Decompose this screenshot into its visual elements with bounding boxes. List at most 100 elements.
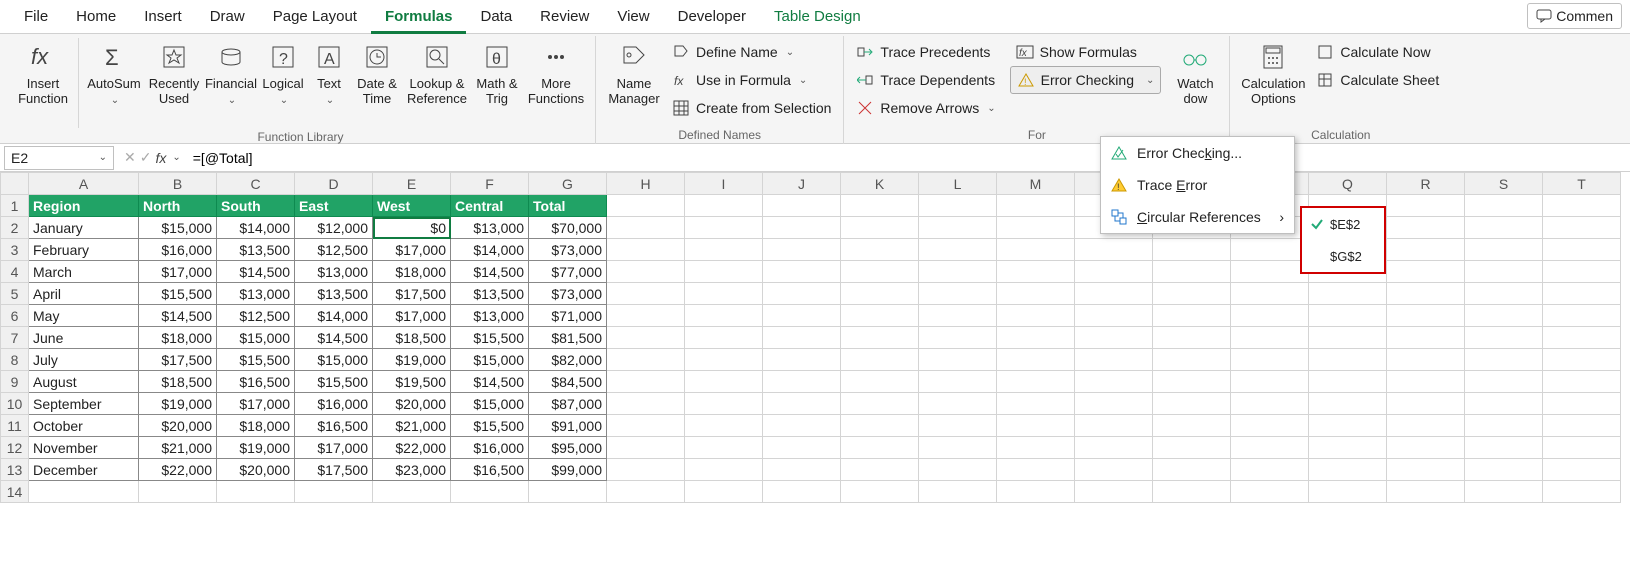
cell[interactable] — [685, 261, 763, 283]
name-manager-button[interactable]: Name Manager — [602, 38, 666, 106]
cell[interactable]: June — [29, 327, 139, 349]
cell[interactable] — [685, 239, 763, 261]
cell[interactable] — [1387, 305, 1465, 327]
cell[interactable]: $91,000 — [529, 415, 607, 437]
cell[interactable]: $18,000 — [217, 415, 295, 437]
cell[interactable]: $16,000 — [139, 239, 217, 261]
cell[interactable]: $17,000 — [139, 261, 217, 283]
cell[interactable] — [1309, 415, 1387, 437]
tab-page-layout[interactable]: Page Layout — [259, 0, 371, 34]
cell[interactable] — [1387, 481, 1465, 503]
cell[interactable] — [451, 481, 529, 503]
tab-data[interactable]: Data — [466, 0, 526, 34]
cell[interactable]: $14,500 — [451, 371, 529, 393]
cell[interactable]: August — [29, 371, 139, 393]
cell[interactable] — [1387, 261, 1465, 283]
column-header[interactable]: C — [217, 173, 295, 195]
cell[interactable]: $13,500 — [295, 283, 373, 305]
lookup-reference-button[interactable]: Lookup & Reference — [403, 38, 471, 106]
cell[interactable] — [997, 415, 1075, 437]
cell[interactable]: $13,000 — [451, 217, 529, 239]
cell[interactable] — [1231, 305, 1309, 327]
cell[interactable]: $12,000 — [295, 217, 373, 239]
cell[interactable] — [1387, 217, 1465, 239]
cell[interactable] — [919, 415, 997, 437]
cell[interactable]: $19,000 — [217, 437, 295, 459]
cell[interactable]: $95,000 — [529, 437, 607, 459]
cell[interactable]: $16,500 — [217, 371, 295, 393]
trace-dependents-button[interactable]: Trace Dependents — [850, 66, 1001, 94]
cell[interactable]: $12,500 — [295, 239, 373, 261]
cell[interactable] — [1153, 239, 1231, 261]
cell[interactable] — [1465, 393, 1543, 415]
cell[interactable] — [1387, 437, 1465, 459]
cell[interactable] — [685, 283, 763, 305]
row-header[interactable]: 1 — [1, 195, 29, 217]
cell[interactable] — [1075, 305, 1153, 327]
cell[interactable] — [841, 195, 919, 217]
cell[interactable] — [1465, 481, 1543, 503]
cell[interactable] — [1309, 437, 1387, 459]
cell[interactable] — [217, 481, 295, 503]
table-header-cell[interactable]: South — [217, 195, 295, 217]
cell[interactable]: $15,000 — [217, 327, 295, 349]
cell[interactable] — [1153, 371, 1231, 393]
cell[interactable] — [763, 239, 841, 261]
cell[interactable] — [607, 261, 685, 283]
cell[interactable] — [997, 349, 1075, 371]
cell[interactable] — [1543, 283, 1621, 305]
cell[interactable] — [1465, 437, 1543, 459]
select-all-corner[interactable] — [1, 173, 29, 195]
cell[interactable]: $14,000 — [295, 305, 373, 327]
column-header[interactable]: H — [607, 173, 685, 195]
cell[interactable]: October — [29, 415, 139, 437]
cell[interactable] — [1075, 437, 1153, 459]
column-header[interactable]: L — [919, 173, 997, 195]
cell[interactable] — [997, 239, 1075, 261]
cell[interactable]: July — [29, 349, 139, 371]
cell[interactable]: $16,000 — [295, 393, 373, 415]
cell[interactable]: December — [29, 459, 139, 481]
cell[interactable] — [607, 349, 685, 371]
cell[interactable] — [607, 195, 685, 217]
cell[interactable] — [919, 261, 997, 283]
cell[interactable] — [919, 481, 997, 503]
cell[interactable] — [1387, 393, 1465, 415]
cell[interactable] — [1543, 327, 1621, 349]
cell[interactable] — [997, 437, 1075, 459]
cell[interactable] — [1075, 283, 1153, 305]
cell[interactable]: $13,000 — [217, 283, 295, 305]
cell[interactable] — [1543, 195, 1621, 217]
cell[interactable] — [1075, 349, 1153, 371]
cell[interactable] — [997, 459, 1075, 481]
cancel-icon[interactable]: ✕ — [124, 149, 136, 166]
cell[interactable] — [997, 393, 1075, 415]
cell[interactable] — [997, 195, 1075, 217]
cell[interactable]: $17,000 — [373, 239, 451, 261]
cell[interactable] — [997, 283, 1075, 305]
dropdown-trace-error[interactable]: ! Trace Error — [1101, 169, 1294, 201]
table-header-cell[interactable]: Region — [29, 195, 139, 217]
calculate-now-button[interactable]: Calculate Now — [1310, 38, 1445, 66]
row-header[interactable]: 13 — [1, 459, 29, 481]
cell[interactable]: $14,500 — [295, 327, 373, 349]
cell[interactable]: $22,000 — [373, 437, 451, 459]
dropdown-circular-references[interactable]: Circular References › — [1101, 201, 1294, 233]
column-header[interactable]: A — [29, 173, 139, 195]
cell[interactable] — [763, 217, 841, 239]
tab-insert[interactable]: Insert — [130, 0, 196, 34]
cell[interactable] — [997, 261, 1075, 283]
cell[interactable] — [1465, 349, 1543, 371]
cell[interactable] — [997, 217, 1075, 239]
error-checking-button[interactable]: ! Error Checking ⌄ — [1010, 66, 1162, 94]
cell[interactable] — [997, 305, 1075, 327]
cell[interactable] — [841, 459, 919, 481]
cell[interactable] — [607, 305, 685, 327]
cell[interactable] — [1153, 437, 1231, 459]
define-name-button[interactable]: Define Name ⌄ — [666, 38, 837, 66]
table-header-cell[interactable]: East — [295, 195, 373, 217]
cell[interactable] — [1231, 371, 1309, 393]
cell[interactable] — [1543, 371, 1621, 393]
tab-home[interactable]: Home — [62, 0, 130, 34]
cell[interactable] — [685, 217, 763, 239]
